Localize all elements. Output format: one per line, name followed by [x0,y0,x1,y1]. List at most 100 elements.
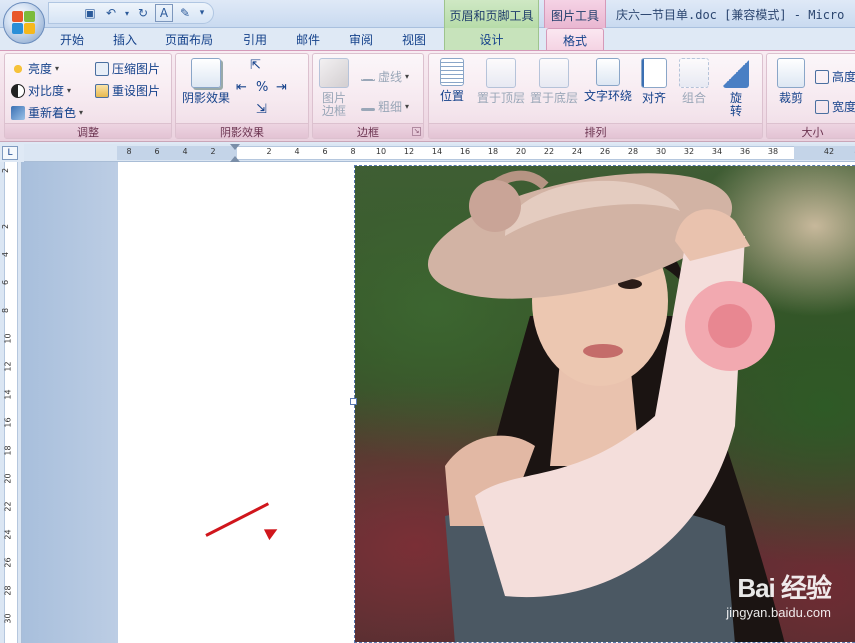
ruler-tick-label: 2 [210,147,216,156]
position-button[interactable]: 位置 [435,58,469,103]
vertical-ruler-tick-label: 16 [3,417,13,428]
recolor-label: 重新着色 [28,106,77,120]
vertical-ruler-tick-label: 30 [3,613,13,624]
redo-icon[interactable]: ↻ [134,4,152,22]
tab-home[interactable]: 开始 [60,31,84,48]
spelling-icon[interactable]: A [155,4,173,22]
reset-picture-button[interactable]: 重设图片 [95,82,160,99]
crop-label: 裁剪 [778,91,803,105]
crop-icon [777,58,805,88]
width-field[interactable]: 宽度 [815,98,855,115]
watermark-logo: Bai 经验 [737,573,832,603]
ruler-tick-label: 24 [571,147,583,156]
send-to-back-button[interactable]: 置于底层 [528,58,580,105]
nudge-shadow-right-icon[interactable]: ⇥ [276,80,287,95]
resize-handle-left[interactable] [350,398,357,405]
vertical-ruler[interactable]: 2 2 4 6 8 10 12 14 16 18 20 22 24 26 28 30 [0,162,22,643]
tab-references[interactable]: 引用 [243,31,267,48]
text-wrapping-button[interactable]: 文字环绕 [581,58,635,103]
group-objects-button[interactable]: 组合 [677,58,711,105]
baidu-watermark: Bai 经验 jingyan.baidu.com [726,568,832,620]
group-objects-label: 组合 [681,91,706,105]
ruler-left-margin [117,146,237,160]
group-objects-icon [679,58,709,88]
tab-design[interactable]: 设计 [445,28,538,48]
selected-picture[interactable]: Bai 经验 jingyan.baidu.com [354,165,855,643]
rotate-button[interactable]: 旋 转 [719,58,753,118]
send-to-back-icon [539,58,569,88]
chevron-down-icon: ▾ [67,86,72,95]
pencil-icon [319,58,349,88]
shadow-effects-label: 阴影效果 [181,91,230,105]
save-icon[interactable]: ▣ [81,4,99,22]
tab-view[interactable]: 视图 [402,31,426,48]
context-tab-header-footer-tools: 页眉和页脚工具 [444,0,539,28]
tab-format[interactable]: 格式 [546,28,604,51]
edit-icon[interactable]: ✎ [176,4,194,22]
weight-button[interactable]: 粗细 ▾ [361,98,409,115]
quick-access-toolbar: ▣ ↶ ▾ ↻ A ✎ ▾ [48,2,214,24]
document-workspace[interactable]: Bai 经验 jingyan.baidu.com [22,162,855,643]
office-button[interactable] [3,2,45,44]
bring-to-front-button[interactable]: 置于顶层 [475,58,527,105]
nudge-shadow-up-icon[interactable]: ⇱ [250,58,261,73]
nudge-shadow-left-icon[interactable]: ⇤ [236,80,247,95]
group-shadow-effects: 阴影效果 ⇱ ⇤ % ⇥ ⇲ 阴影效果 [175,53,309,139]
shadow-effects-icon [191,58,221,88]
first-line-indent-marker-icon[interactable] [230,144,240,150]
undo-icon[interactable]: ↶ [102,4,120,22]
title-bar: ▣ ↶ ▾ ↻ A ✎ ▾ 页眉和页脚工具 图片工具 庆六一节目单.doc [兼… [0,0,855,44]
shadow-toggle-icon[interactable]: % [256,80,268,95]
group-size-label: 大小 [767,123,855,139]
border-dialog-launcher-icon[interactable]: ↘ [412,127,421,136]
group-border-label: 边框 [313,123,423,139]
text-wrapping-label: 文字环绕 [583,89,632,103]
reset-label: 重设图片 [112,84,161,98]
ruler-tick-label: 28 [627,147,639,156]
tab-mailings[interactable]: 邮件 [296,31,320,48]
vertical-ruler-tick-label: 4 [1,251,11,258]
chevron-down-icon: ▾ [79,108,84,117]
group-adjust: 亮度 ▾ 对比度 ▾ 重新着色 ▾ 压缩图片 重设图片 调整 [4,53,172,139]
align-icon [641,58,667,88]
ruler-tick-label: 6 [154,147,160,156]
group-arrange: 位置 置于顶层 置于底层 文字环绕 对齐 组合 旋 转 排列 [428,53,763,139]
height-field[interactable]: 高度 [815,68,855,85]
ruler-tick-label: 8 [126,147,132,156]
watermark-url: jingyan.baidu.com [726,605,831,620]
nudge-shadow-down-icon[interactable]: ⇲ [256,102,267,117]
customize-qat-icon[interactable]: ▾ [197,4,207,22]
position-label: 位置 [439,89,464,103]
office-logo-icon [12,11,36,35]
ruler-tick-label: 16 [459,147,471,156]
recolor-button[interactable]: 重新着色 ▾ [11,104,83,121]
vertical-ruler-tick-label: 10 [3,333,13,344]
tab-selector-button[interactable]: L [2,146,18,160]
undo-dropdown-icon[interactable]: ▾ [123,4,131,22]
align-button[interactable]: 对齐 [637,58,671,105]
context-tab-design-bg: 设计 [444,28,539,50]
contrast-button[interactable]: 对比度 ▾ [11,82,71,99]
horizontal-ruler[interactable]: 8 6 4 2 2 4 6 8 10 12 14 16 18 20 22 24 26 28 30 32 34 36 38 42… [24,144,855,162]
ruler-tick-label: 8 [350,147,356,156]
ruler-tick-label: 14 [431,147,443,156]
compress-pictures-button[interactable]: 压缩图片 [95,60,160,77]
picture-border-button[interactable]: 图片 边框 [317,58,351,118]
tab-review[interactable]: 审阅 [349,31,373,48]
crop-button[interactable]: 裁剪 [771,58,811,105]
group-shadow-label: 阴影效果 [176,123,308,139]
vertical-ruler-tick-label: 12 [3,361,13,372]
dashes-button[interactable]: 虚线 ▾ [361,68,409,85]
ruler-tick-label: 38 [767,147,779,156]
brightness-button[interactable]: 亮度 ▾ [11,60,59,77]
ruler-tick-label: 34 [711,147,723,156]
group-border: 图片 边框 虚线 ▾ 粗细 ▾ 边框 ↘ [312,53,424,139]
document-page[interactable]: Bai 经验 jingyan.baidu.com [118,162,855,643]
shadow-effects-button[interactable]: 阴影效果 [180,58,232,105]
tab-page-layout[interactable]: 页面布局 [165,31,213,48]
send-to-back-label: 置于底层 [529,91,578,105]
group-size: 裁剪 高度 宽度 大小 [766,53,855,139]
vertical-ruler-white-area [4,162,18,643]
reset-picture-icon [95,83,109,98]
tab-insert[interactable]: 插入 [113,31,137,48]
